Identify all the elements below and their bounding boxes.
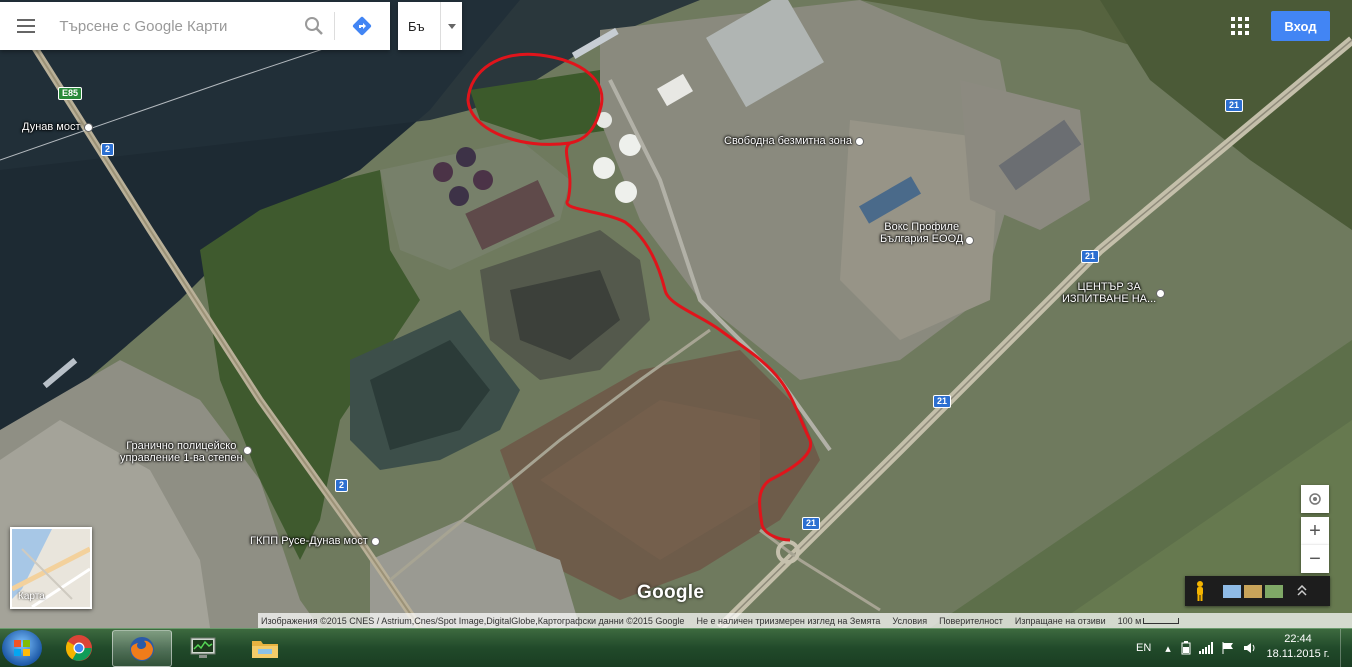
search-box [0,2,390,50]
start-button[interactable] [2,630,42,666]
label-test-center[interactable]: ЦЕНТЪР ЗА ИЗПИТВАНЕ НА... [1062,281,1156,305]
label-free-zone[interactable]: Свободна безмитна зона [724,135,864,147]
windows-logo-icon [14,640,30,656]
map-type-label: Карта [18,591,45,602]
label-text: ЦЕНТЪР ЗА [1077,281,1141,293]
feedback-link[interactable]: Изпращане на отзиви [1012,616,1115,626]
search-button[interactable] [294,2,333,50]
scale-indicator[interactable]: 100 м [1115,616,1189,626]
label-text: Гранично полицейско [126,440,237,452]
pegman-icon[interactable] [1185,581,1215,601]
menu-button[interactable] [0,2,51,50]
language-label: Бъ [408,18,425,34]
label-danube-bridge[interactable]: Дунав мост [22,121,93,133]
directions-diamond-icon [353,16,372,36]
privacy-link[interactable]: Поверителност [936,616,1012,626]
landmark-icon [83,122,93,132]
poi-icon[interactable] [965,236,974,245]
road-shield-2: 2 [335,479,349,492]
language-select[interactable]: Бъ [398,2,462,50]
search-input[interactable] [51,11,295,41]
battery-icon[interactable] [1181,641,1191,655]
streetview-bar [1185,576,1330,606]
system-monitor-icon [190,637,216,658]
poi-icon[interactable] [1156,289,1165,298]
label-text: ГКПП Русе-Дунав мост [250,535,368,547]
label-checkpoint[interactable]: ГКПП Русе-Дунав мост [250,535,380,547]
label-text: България ЕООД [880,233,964,245]
taskbar-firefox[interactable] [112,630,172,667]
road-shield-e85: E85 [58,87,83,100]
no-3d-notice[interactable]: Не е наличен триизмерен изглед на Земята [693,616,889,626]
label-text: Свободна безмитна зона [724,135,852,147]
taskbar: EN ▴ 22:44 18.11.2015 г. [0,628,1352,667]
chevron-up-icon[interactable]: ▴ [1165,642,1171,655]
road-shield-21: 21 [1225,99,1244,112]
taskbar-system-monitor[interactable] [174,630,232,665]
road-shield-2: 2 [101,143,115,156]
chevron-down-icon [440,2,462,50]
taskbar-explorer[interactable] [236,630,294,665]
clock-date: 18.11.2015 г. [1266,648,1330,660]
police-icon[interactable] [243,446,252,455]
scale-label: 100 м [1117,615,1142,626]
zoom-in-button[interactable]: + [1301,517,1329,545]
clock-time: 22:44 [1284,633,1312,645]
volume-icon[interactable] [1243,641,1257,655]
map-type-thumbnail[interactable]: Карта [10,527,92,609]
flag-icon[interactable] [1221,641,1235,655]
magnifier-icon [305,17,323,35]
clock[interactable]: 22:44 18.11.2015 г. [1262,632,1334,662]
chevron-up-double-icon[interactable] [1297,584,1307,598]
google-logo: Google [637,582,705,603]
label-text: Дунав мост [22,121,81,133]
hamburger-menu-icon [16,25,35,27]
terms-link[interactable]: Условия [889,616,936,626]
directions-button[interactable] [335,2,390,50]
my-location-button[interactable] [1301,485,1329,513]
label-text: управление 1-ва степен [120,452,243,464]
taskbar-chrome[interactable] [50,630,108,665]
map-footer: Изображения ©2015 CNES / Astrium,Cnes/Sp… [258,613,1352,628]
show-desktop-button[interactable] [1340,629,1352,667]
system-tray: EN ▴ [1136,629,1257,667]
road-shield-21: 21 [802,517,821,530]
zoom-out-button[interactable]: − [1301,545,1329,573]
sign-in-button[interactable]: Вход [1271,11,1330,41]
apps-grid-icon[interactable] [1231,17,1249,35]
firefox-icon [130,636,154,661]
imagery-thumb-icon[interactable] [1265,584,1283,598]
my-location-icon [1309,493,1321,505]
scale-bar [1143,618,1180,625]
label-vox-profile[interactable]: Вокс Профиле България ЕООД [880,221,963,245]
imagery-thumb-icon[interactable] [1244,584,1262,598]
poi-icon [854,136,864,146]
map-canvas[interactable]: Дунав мост Свободна безмитна зона Вокс П… [0,0,1352,628]
road-shield-21: 21 [933,395,952,408]
road-shield-21: 21 [1081,250,1100,263]
language-indicator[interactable]: EN [1136,642,1151,654]
landmark-icon [370,536,380,546]
label-text: ИЗПИТВАНЕ НА... [1062,293,1157,305]
imagery-credits: Изображения ©2015 CNES / Astrium,Cnes/Sp… [261,615,685,626]
imagery-thumb-icon[interactable] [1223,584,1241,598]
label-text: Вокс Профиле [884,221,960,233]
file-explorer-icon [252,640,278,658]
signal-icon[interactable] [1198,642,1213,654]
satellite-imagery [0,0,1352,628]
label-border-police[interactable]: Гранично полицейско управление 1-ва степе… [120,440,243,464]
chrome-icon [65,634,92,661]
